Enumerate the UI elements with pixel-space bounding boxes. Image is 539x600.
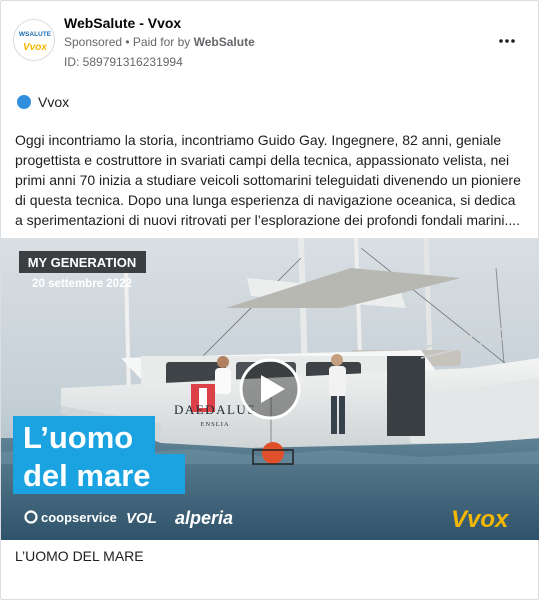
svg-text:ENSLIA: ENSLIA: [200, 421, 229, 428]
svg-text:del mare: del mare: [23, 458, 151, 493]
svg-text:MY GENERATION: MY GENERATION: [28, 255, 137, 270]
svg-text:20 settembre 2022: 20 settembre 2022: [32, 278, 132, 290]
media-caption[interactable]: L’UOMO DEL MARE: [15, 548, 144, 564]
separator: •: [122, 35, 133, 49]
paid-by-name: WebSalute: [193, 35, 255, 49]
sponsored-line: Sponsored • Paid for by WebSalute: [64, 35, 255, 49]
play-icon[interactable]: [239, 358, 301, 420]
svg-text:L’uomo: L’uomo: [23, 420, 133, 455]
svg-text:coopservice: coopservice: [41, 510, 117, 525]
sponsored-label: Sponsored: [64, 35, 123, 49]
page-name[interactable]: WebSalute - Vvox: [64, 15, 181, 31]
svg-text:VOL: VOL: [126, 510, 157, 527]
websalute-logo-icon: WSALUTE Vvox: [14, 20, 54, 60]
paid-for-label: Paid for by: [132, 35, 191, 49]
more-horizontal-icon: [499, 39, 515, 43]
svg-text:Vvox: Vvox: [451, 506, 510, 533]
video-thumbnail: DAEDALUS ENSLIA MY GENERATION 20 settemb…: [1, 238, 539, 540]
ad-id: ID: 589791316231994: [64, 55, 183, 69]
svg-text:WSALUTE: WSALUTE: [19, 31, 52, 38]
platform-dot-icon: [17, 95, 31, 109]
post-body-text: Oggi incontriamo la storia, incontriamo …: [15, 132, 521, 228]
vvox-logo: Vvox: [451, 506, 510, 533]
ad-card: WSALUTE Vvox WebSalute - Vvox Sponsored …: [0, 0, 539, 600]
platform-name: Vvox: [38, 94, 70, 110]
svg-text:Vvox: Vvox: [23, 42, 47, 53]
svg-text:alperia: alperia: [175, 508, 233, 528]
avatar[interactable]: WSALUTE Vvox: [13, 19, 55, 61]
platform-row: Vvox: [17, 93, 69, 111]
video-media[interactable]: DAEDALUS ENSLIA MY GENERATION 20 settemb…: [1, 238, 539, 540]
my-generation-banner: MY GENERATION 20 settembre 2022: [19, 251, 146, 290]
more-options-button[interactable]: [495, 31, 519, 51]
post-header: WSALUTE Vvox WebSalute - Vvox Sponsored …: [1, 1, 539, 81]
